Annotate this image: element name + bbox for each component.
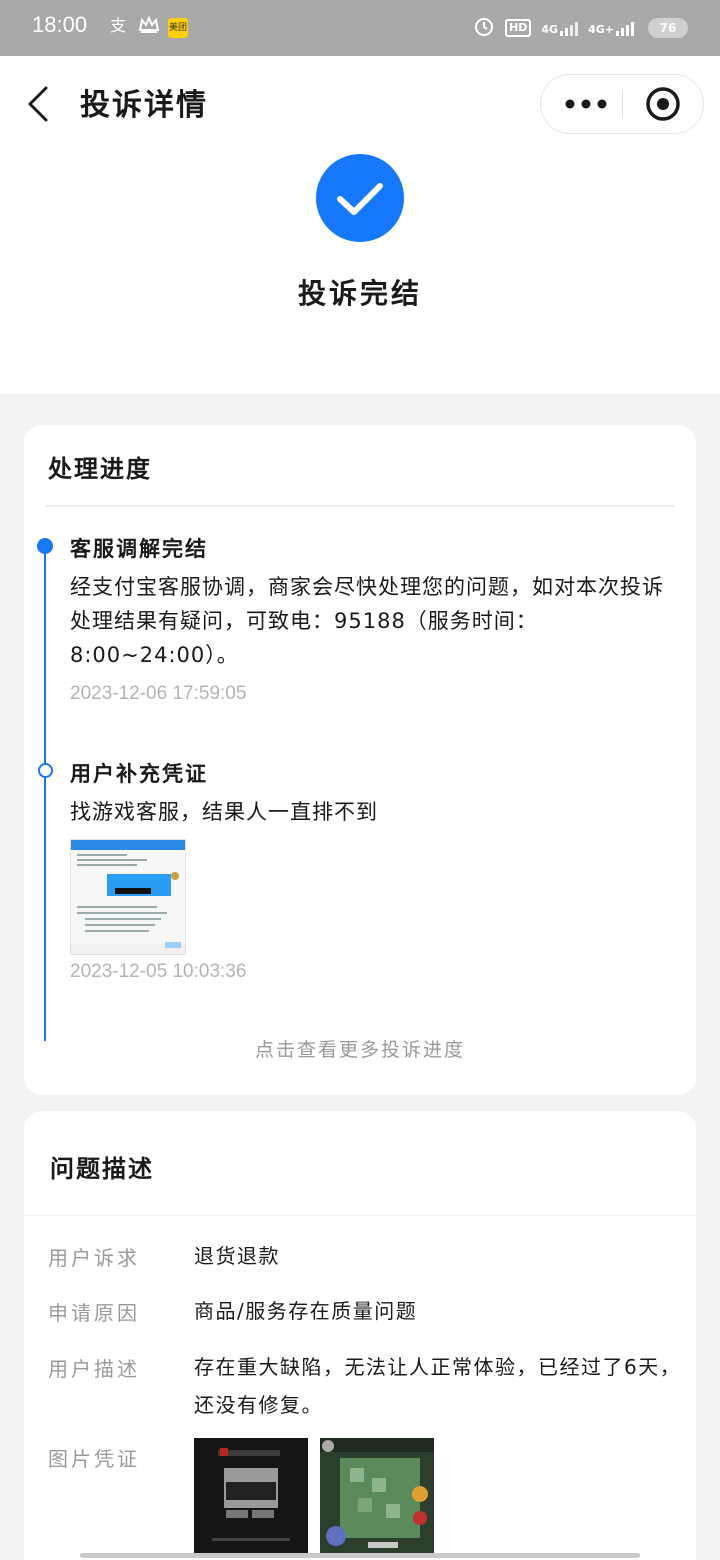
close-miniprogram-button[interactable] [623, 75, 703, 133]
timeline-dot [38, 763, 53, 778]
problem-detail-card: 用户诉求 退货退款 申请原因 商品/服务存在质量问题 用户描述 存在重大缺陷，无… [24, 1216, 696, 1560]
evidence-image[interactable] [194, 1438, 308, 1556]
target-close-icon [646, 87, 680, 121]
evidence-thumbnail[interactable] [70, 839, 186, 955]
signal-4g-plus-icon: 4G+ [588, 20, 638, 36]
row-value: 退货退款 [194, 1244, 280, 1268]
alipay-icon: 支 [108, 14, 130, 38]
evidence-image[interactable] [320, 1438, 434, 1556]
crown-icon [138, 14, 160, 38]
timeline-dot-current [37, 538, 53, 554]
row-label: 用户诉求 [48, 1246, 140, 1270]
more-dots-icon [565, 99, 607, 109]
check-circle-icon [316, 154, 404, 242]
page-header: 投诉详情 投诉完结 [0, 56, 720, 394]
row-label: 用户描述 [48, 1357, 140, 1381]
timeline-line [44, 546, 46, 1041]
chat-screenshot-image [71, 840, 185, 954]
battery-icon: 76 [648, 18, 688, 38]
hd-icon: HD [505, 19, 532, 37]
progress-card: 处理进度 客服调解完结 经支付宝客服协调，商家会尽快处理您的问题，如对本次投诉处… [24, 425, 696, 1095]
step-description: 找游戏客服，结果人一直排不到 [70, 800, 378, 824]
more-button[interactable] [541, 75, 623, 133]
miniprogram-capsule [540, 74, 704, 134]
back-button[interactable] [22, 84, 58, 124]
step-time: 2023-12-05 10:03:36 [70, 961, 247, 982]
status-right-group: HD 4G 4G+ 76 [473, 14, 688, 42]
game-dialog-screenshot [194, 1438, 308, 1556]
signal-4g-icon: 4G [541, 20, 579, 36]
network-label-2: 4G+ [588, 23, 614, 36]
problem-description-title: 问题描述 [50, 1155, 154, 1183]
row-value: 存在重大缺陷，无法让人正常体验，已经过了6天，还没有修复。 [194, 1355, 682, 1417]
progress-title: 处理进度 [48, 455, 152, 483]
svg-text:支: 支 [110, 16, 126, 35]
meituan-icon: 美团 [168, 18, 188, 38]
row-label: 申请原因 [48, 1301, 140, 1325]
network-label-1: 4G [541, 23, 559, 36]
complaint-status-text: 投诉完结 [297, 277, 422, 310]
view-more-progress-link[interactable]: 点击查看更多投诉进度 [24, 1035, 696, 1062]
row-label: 图片凭证 [48, 1447, 140, 1471]
divider [46, 505, 674, 507]
step-title: 用户补充凭证 [70, 762, 208, 786]
chevron-left-icon [28, 86, 48, 122]
game-scene-screenshot [320, 1438, 434, 1556]
alarm-icon [473, 15, 495, 41]
step-time: 2023-12-06 17:59:05 [70, 683, 247, 704]
status-time: 18:00 [32, 12, 88, 37]
home-indicator [80, 1553, 640, 1558]
row-value: 商品/服务存在质量问题 [194, 1299, 418, 1323]
step-description: 经支付宝客服协调，商家会尽快处理您的问题，如对本次投诉处理结果有疑问，可致电：9… [70, 575, 664, 667]
problem-description-card: 问题描述 [24, 1111, 696, 1215]
status-bar: 18:00 支 美团 HD 4G 4G+ 76 [0, 0, 720, 56]
page-title: 投诉详情 [80, 88, 208, 123]
step-title: 客服调解完结 [70, 537, 208, 561]
